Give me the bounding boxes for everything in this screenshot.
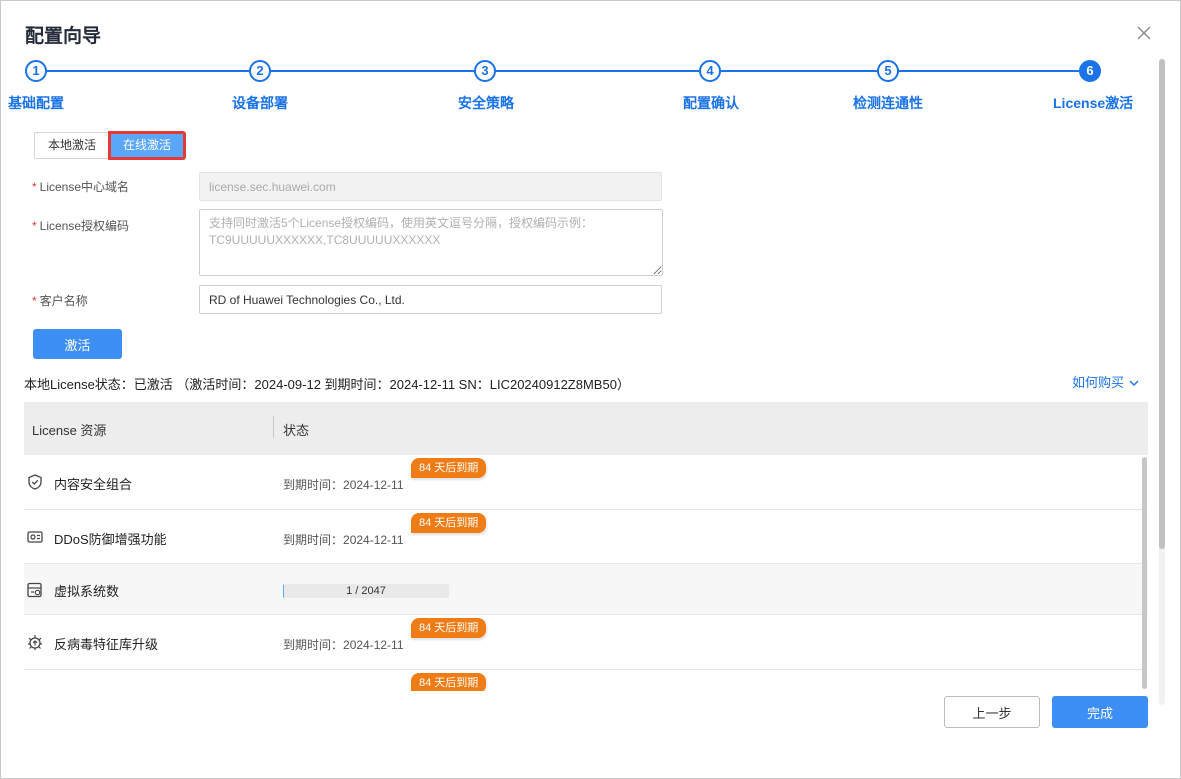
step-5-circle: 5 [877, 60, 899, 82]
tab-local-activation[interactable]: 本地激活 [34, 132, 110, 159]
table-row: 虚拟系统数 1 / 2047 [24, 564, 1148, 615]
virtual-system-progress: 1 / 2047 [283, 584, 449, 598]
header-divider [273, 416, 274, 438]
step-5-label: 检测连通性 [853, 95, 923, 111]
header-status: 状态 [283, 423, 310, 438]
close-icon[interactable] [1134, 23, 1154, 43]
expiry-badge: 84 天后到期 [411, 673, 487, 691]
customer-name-field[interactable] [199, 285, 662, 314]
activate-button[interactable]: 激活 [33, 329, 122, 359]
finish-button[interactable]: 完成 [1052, 696, 1148, 728]
customer-label: * 客户名称 [32, 294, 88, 308]
virtual-system-icon [26, 581, 44, 599]
license-auth-code-field[interactable] [199, 209, 663, 276]
stepper-track [46, 70, 1091, 72]
step-3-circle: 3 [474, 60, 496, 82]
table-row: 内容安全组合 到期时间：2024-12-11 84 天后到期 [24, 455, 1148, 510]
expiry-badge: 84 天后到期 [411, 458, 487, 478]
table-row: 反病毒特征库升级 到期时间：2024-12-11 84 天后到期 [24, 615, 1148, 670]
expiry-badge: 84 天后到期 [411, 618, 487, 638]
expiry-badge: 84 天后到期 [411, 513, 487, 533]
table-row: 84 天后到期 [24, 670, 1148, 691]
step-6-circle: 6 [1079, 60, 1101, 82]
step-4-circle: 4 [699, 60, 721, 82]
step-2-label: 设备部署 [232, 95, 288, 111]
license-table-header: License 资源 状态 [24, 402, 1148, 455]
dialog-scrollbar[interactable] [1159, 59, 1165, 549]
auth-code-label: * License授权编码 [32, 219, 130, 233]
license-domain-field [199, 172, 662, 201]
ddos-icon [26, 528, 44, 546]
row-name: 内容安全组合 [54, 477, 133, 492]
step-3-label: 安全策略 [458, 95, 514, 111]
progress-text: 1 / 2047 [346, 585, 386, 597]
dialog-title: 配置向导 [25, 25, 102, 47]
shield-check-icon [26, 473, 44, 491]
step-2-circle: 2 [249, 60, 271, 82]
row-expiry: 到期时间：2024-12-11 [283, 478, 404, 492]
virus-upgrade-icon [26, 633, 44, 651]
step-4-label: 配置确认 [683, 95, 739, 111]
domain-label: * License中心域名 [32, 180, 130, 194]
table-scrollbar[interactable] [1142, 457, 1147, 689]
step-1-label: 基础配置 [8, 95, 64, 111]
row-name: 虚拟系统数 [54, 584, 120, 599]
tab-online-activation[interactable]: 在线激活 [108, 131, 187, 160]
row-expiry: 到期时间：2024-12-11 [283, 638, 404, 652]
header-resource: License 资源 [32, 423, 107, 438]
how-to-buy-link[interactable]: 如何购买 [1072, 372, 1139, 391]
step-1-circle: 1 [25, 60, 47, 82]
row-expiry: 到期时间：2024-12-11 [283, 533, 404, 547]
prev-button[interactable]: 上一步 [944, 696, 1040, 728]
chevron-down-icon [1129, 378, 1139, 390]
activation-mode-tabs: 本地激活 在线激活 [34, 131, 187, 160]
step-6-label: License激活 [1053, 95, 1134, 111]
license-table-body: 内容安全组合 到期时间：2024-12-11 84 天后到期 DDoS防御增强功… [24, 455, 1148, 691]
row-name: 反病毒特征库升级 [54, 637, 159, 652]
license-status-text: 本地License状态：已激活 （激活时间：2024-09-12 到期时间：20… [24, 377, 630, 392]
row-name: DDoS防御增强功能 [54, 532, 167, 547]
table-row: DDoS防御增强功能 到期时间：2024-12-11 84 天后到期 [24, 510, 1148, 564]
config-wizard-dialog: 配置向导 1 2 3 4 5 6 基础配置 设备部署 安全策略 配置确认 检测连… [0, 0, 1181, 779]
